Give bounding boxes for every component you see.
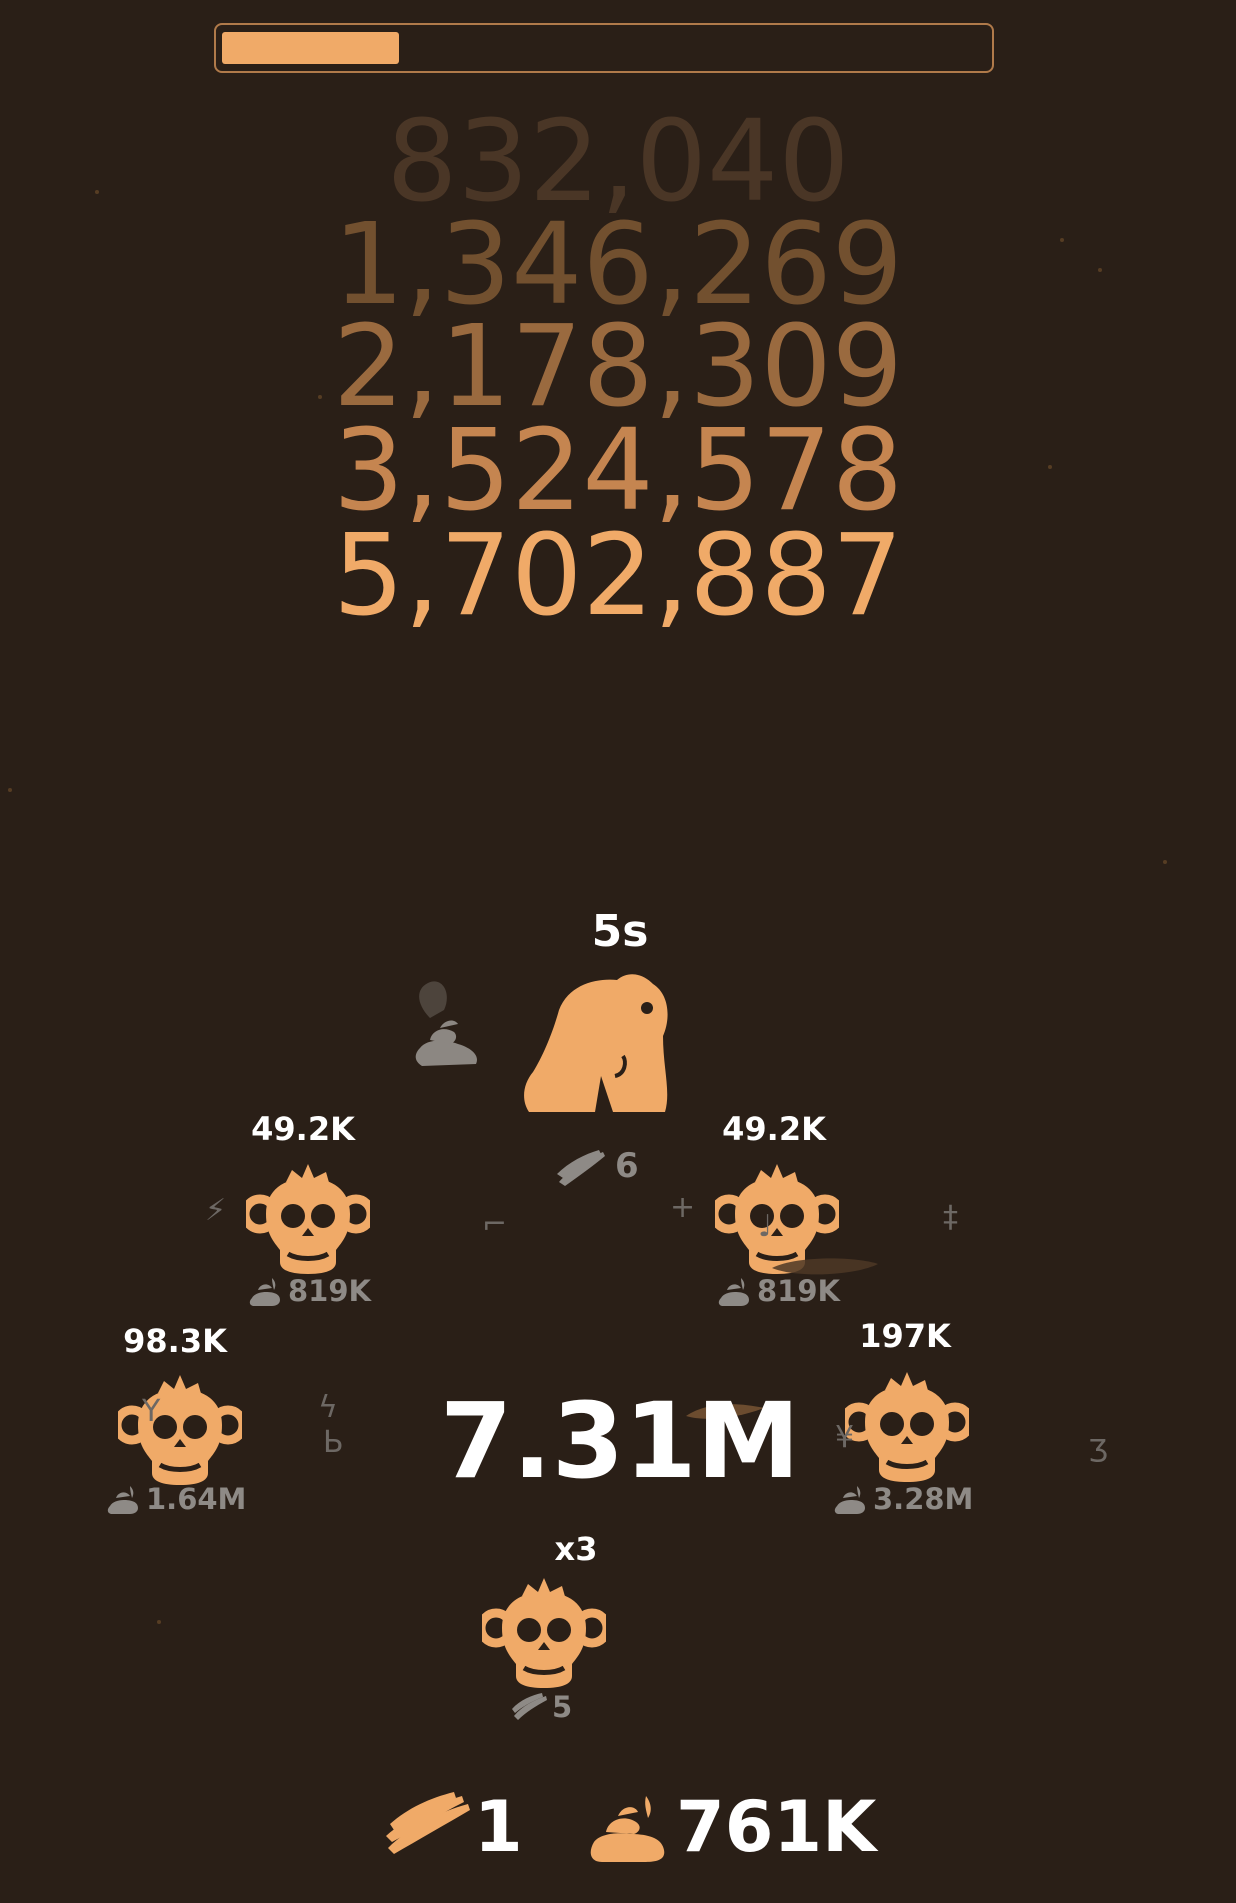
- monkey-cost: 1.64M: [86, 1480, 286, 1520]
- banana-bunch-icon: [557, 1150, 605, 1186]
- banana-bunch-icon: [384, 1790, 474, 1860]
- gorilla-icon[interactable]: [505, 960, 685, 1120]
- sequence-number: 832,040: [386, 97, 850, 227]
- glyph-decoration: ‡: [943, 1200, 958, 1235]
- monkey-cost: 3.28M: [813, 1480, 1013, 1520]
- gorilla-cost: 6: [555, 1142, 675, 1194]
- monkey-cost: 5: [492, 1688, 692, 1728]
- monkey-skull-icon[interactable]: [839, 1372, 975, 1488]
- glyph-decoration: ♩: [758, 1209, 773, 1244]
- progress-fill: [222, 32, 399, 64]
- poop-icon: [833, 1484, 869, 1518]
- banana-peel-decoration: [770, 1254, 880, 1278]
- poop-icon: [586, 1790, 670, 1864]
- total-count: 7.31M: [439, 1380, 801, 1502]
- glyph-decoration: Y: [142, 1394, 161, 1429]
- sequence-number: 5,702,887: [332, 511, 903, 641]
- poop-count: 761K: [676, 1786, 877, 1868]
- smoke-poop-effect: [402, 960, 502, 1080]
- monkey-skull-icon[interactable]: [476, 1578, 612, 1694]
- glyph-decoration: ϟ: [318, 1390, 338, 1425]
- level-progress-bar: [214, 23, 994, 73]
- banana-count: 1: [474, 1786, 523, 1868]
- poop-icon: [717, 1276, 753, 1310]
- glyph-decoration: Ь: [323, 1425, 344, 1460]
- monkey-cost: 819K: [228, 1272, 428, 1312]
- monkey-skull-icon[interactable]: [112, 1375, 248, 1491]
- poop-icon: [106, 1484, 142, 1518]
- monkey-value: x3: [554, 1530, 598, 1568]
- monkey-value: 49.2K: [722, 1110, 826, 1148]
- banana-bunch-icon: [512, 1692, 548, 1726]
- monkey-skull-icon[interactable]: [240, 1164, 376, 1280]
- monkey-value: 197K: [859, 1317, 951, 1355]
- monkey-value: 49.2K: [251, 1110, 355, 1148]
- monkey-value: 98.3K: [123, 1322, 227, 1360]
- glyph-decoration: +: [670, 1190, 696, 1225]
- glyph-decoration: ⌐: [482, 1207, 508, 1242]
- glyph-decoration: Ʒ: [1088, 1434, 1108, 1469]
- gorilla-timer: 5s: [591, 906, 649, 957]
- sequence-number: 2,178,309: [332, 302, 903, 432]
- glyph-decoration: ⚡: [205, 1193, 227, 1228]
- poop-icon: [248, 1276, 284, 1310]
- glyph-decoration: ¥: [835, 1420, 855, 1455]
- sequence-number: 3,524,578: [332, 406, 903, 536]
